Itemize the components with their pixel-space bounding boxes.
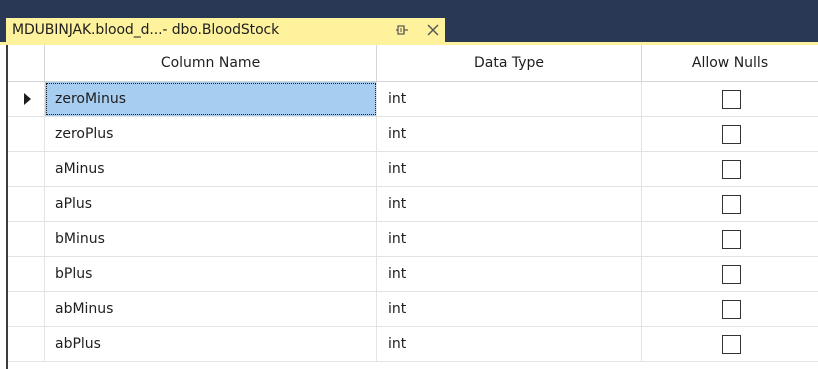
column-name-cell[interactable]: zeroPlus xyxy=(45,117,377,151)
allow-nulls-checkbox[interactable] xyxy=(722,229,741,249)
allow-nulls-checkbox[interactable] xyxy=(722,89,741,109)
table-row[interactable]: abPlus int xyxy=(8,327,818,362)
data-type-cell[interactable]: int xyxy=(377,82,642,116)
data-type-cell[interactable]: int xyxy=(377,187,642,221)
row-selector[interactable] xyxy=(8,222,45,256)
row-selector[interactable] xyxy=(8,257,45,291)
table-row[interactable]: aMinus int xyxy=(8,152,818,187)
allow-nulls-header: Allow Nulls xyxy=(691,55,769,71)
pin-icon[interactable] xyxy=(396,21,410,39)
allow-nulls-cell xyxy=(642,152,818,186)
column-name-cell[interactable]: bMinus xyxy=(45,222,377,256)
table-row[interactable]: aPlus int xyxy=(8,187,818,222)
column-name-cell[interactable]: aPlus xyxy=(45,187,377,221)
column-name-cell[interactable]: abMinus xyxy=(45,292,377,326)
column-definition-grid: Column Name Data Type Allow Nulls zeroMi… xyxy=(8,45,818,369)
data-type-cell[interactable]: int xyxy=(377,257,642,291)
table-row[interactable]: bPlus int xyxy=(8,257,818,292)
column-name-cell[interactable]: bPlus xyxy=(45,257,377,291)
document-tabstrip: MDUBINJAK.blood_d...- dbo.BloodStock xyxy=(0,0,818,42)
allow-nulls-checkbox[interactable] xyxy=(722,159,741,179)
row-selector[interactable] xyxy=(8,187,45,221)
row-selector[interactable] xyxy=(8,117,45,151)
table-designer-window: MDUBINJAK.blood_d...- dbo.BloodStock Col… xyxy=(0,0,818,369)
row-selector[interactable] xyxy=(8,82,45,116)
column-name-cell[interactable]: aMinus xyxy=(45,152,377,186)
column-name-cell[interactable]: abPlus xyxy=(45,327,377,361)
table-row[interactable]: abMinus int xyxy=(8,292,818,327)
allow-nulls-checkbox[interactable] xyxy=(722,194,741,214)
allow-nulls-cell xyxy=(642,292,818,326)
data-type-header: Data Type xyxy=(377,45,642,81)
table-row[interactable]: bMinus int xyxy=(8,222,818,257)
table-row[interactable]: zeroPlus int xyxy=(8,117,818,152)
data-type-cell[interactable]: int xyxy=(377,152,642,186)
allow-nulls-cell xyxy=(642,187,818,221)
table-row[interactable]: zeroMinus int xyxy=(8,82,818,117)
row-selector[interactable] xyxy=(8,152,45,186)
data-type-cell[interactable]: int xyxy=(377,327,642,361)
allow-nulls-checkbox[interactable] xyxy=(722,264,741,284)
column-name-cell[interactable]: zeroMinus xyxy=(45,82,377,116)
column-name-header: Column Name xyxy=(45,45,377,81)
data-type-cell[interactable]: int xyxy=(377,292,642,326)
close-icon[interactable] xyxy=(426,22,440,38)
allow-nulls-checkbox[interactable] xyxy=(722,299,741,319)
allow-nulls-cell xyxy=(642,82,818,116)
document-tab-bloodstock[interactable]: MDUBINJAK.blood_d...- dbo.BloodStock xyxy=(6,18,445,42)
data-type-cell[interactable]: int xyxy=(377,222,642,256)
row-selector[interactable] xyxy=(8,327,45,361)
document-tab-title: MDUBINJAK.blood_d...- dbo.BloodStock xyxy=(12,22,280,38)
allow-nulls-checkbox[interactable] xyxy=(722,124,741,144)
allow-nulls-cell xyxy=(642,117,818,151)
current-row-arrow-icon xyxy=(23,93,31,105)
allow-nulls-checkbox[interactable] xyxy=(722,334,741,354)
grid-header-row: Column Name Data Type Allow Nulls xyxy=(8,45,818,82)
data-type-cell[interactable]: int xyxy=(377,117,642,151)
allow-nulls-cell xyxy=(642,222,818,256)
allow-nulls-cell xyxy=(642,327,818,361)
row-selector-header xyxy=(8,45,45,81)
allow-nulls-cell xyxy=(642,257,818,291)
row-selector[interactable] xyxy=(8,292,45,326)
